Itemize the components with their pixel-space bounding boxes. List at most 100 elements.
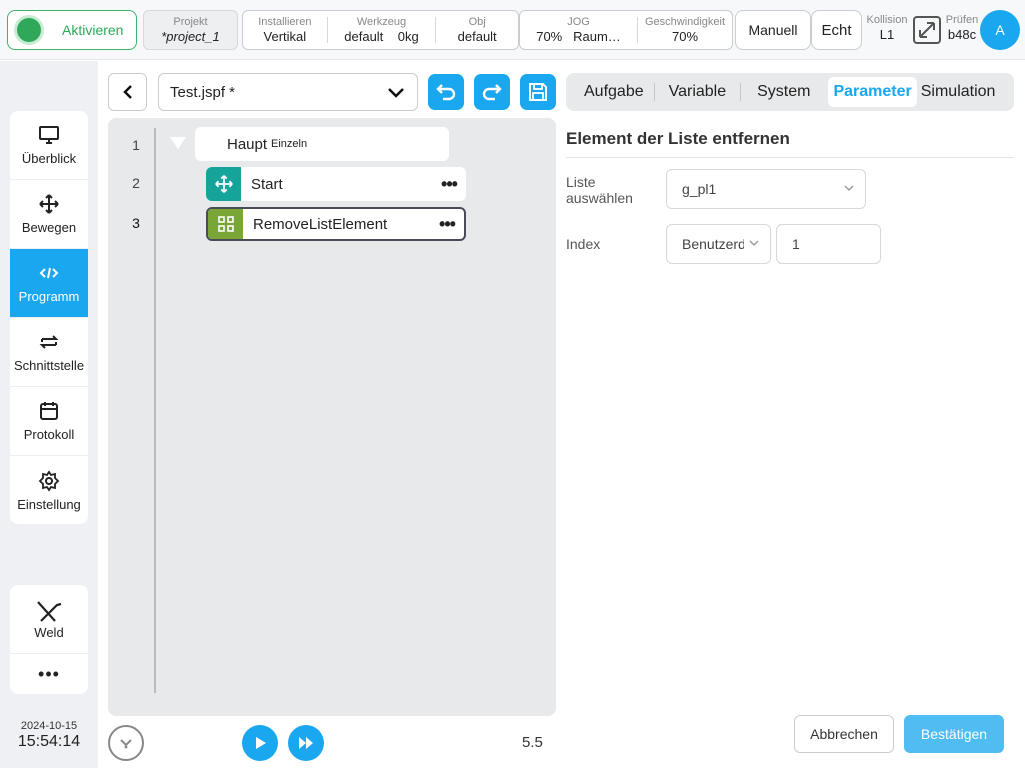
weld-panel: Weld •••: [10, 585, 88, 694]
activate-button[interactable]: Aktivieren: [7, 10, 137, 50]
sidebar-item-label: Einstellung: [17, 496, 81, 512]
play-button[interactable]: [242, 725, 278, 761]
install-tool-obj-group: Installieren Vertikal Werkzeug default 0…: [242, 10, 519, 50]
sidebar-item-label: Protokoll: [23, 427, 75, 442]
move-icon: [39, 194, 59, 214]
obj-value: default: [457, 28, 497, 44]
sidebar-nav: Überblick Bewegen Programm Schnittstelle…: [10, 111, 88, 524]
check-caption: Prüfen: [945, 14, 979, 26]
sidebar-item-label: Bewegen: [21, 220, 77, 235]
index-type-select[interactable]: Benutzerdefiniert: [666, 224, 771, 264]
collision-value: L1: [879, 27, 895, 42]
tree-node-main[interactable]: Haupt Einzeln: [195, 127, 449, 161]
chevron-left-icon: [122, 85, 132, 99]
project-caption: Projekt: [173, 15, 208, 28]
tool-cell[interactable]: Werkzeug default 0kg: [328, 11, 436, 49]
manual-mode-button[interactable]: Manuell: [735, 10, 811, 50]
tab-task[interactable]: Aufgabe: [574, 77, 654, 107]
tool-weight: 0kg: [397, 28, 419, 44]
tab-parameter[interactable]: Parameter: [828, 77, 917, 107]
file-select[interactable]: Test.jspf *: [158, 73, 418, 111]
jog-value: 70% Raum…: [536, 29, 621, 45]
expand-icon[interactable]: [913, 16, 941, 44]
tree-node-remove-list-element[interactable]: RemoveListElement •••: [206, 207, 466, 241]
sidebar-item-program[interactable]: Programm: [10, 249, 88, 318]
sidebar-item-weld[interactable]: Weld: [10, 585, 88, 654]
redo-button[interactable]: [474, 74, 510, 110]
date-label: 2024-10-15: [20, 720, 78, 732]
fast-forward-icon: [299, 737, 313, 749]
undo-button[interactable]: [428, 74, 464, 110]
jog-cell[interactable]: JOG 70% Raum…: [520, 11, 637, 49]
top-bar: Aktivieren Projekt *project_1 Installier…: [0, 0, 1025, 60]
chevron-down-circle-icon: [120, 739, 132, 749]
jog-caption: JOG: [567, 15, 590, 28]
fast-forward-button[interactable]: [288, 725, 324, 761]
tree-node-start[interactable]: Start •••: [206, 167, 466, 201]
line-number: 2: [132, 175, 140, 191]
code-icon: [39, 267, 59, 279]
index-input[interactable]: 1: [776, 224, 881, 264]
project-name: *project_1: [161, 28, 220, 44]
move-node-icon: [206, 167, 241, 201]
redo-icon: [482, 84, 502, 101]
real-mode-button[interactable]: Echt: [811, 10, 862, 50]
collision-indicator[interactable]: Kollision L1: [864, 14, 910, 43]
list-label-line1: Liste: [566, 174, 596, 190]
check-indicator[interactable]: Prüfen b48c: [943, 14, 981, 43]
sidebar-item-overview[interactable]: Überblick: [10, 111, 88, 180]
chevron-down-icon: [388, 88, 404, 98]
save-icon: [529, 83, 547, 101]
node-more-button[interactable]: •••: [432, 174, 466, 195]
back-button[interactable]: [108, 73, 147, 111]
save-button[interactable]: [520, 74, 556, 110]
more-menu-button[interactable]: •••: [10, 654, 88, 694]
obj-cell[interactable]: Obj default: [436, 11, 518, 49]
collapse-triangle-icon[interactable]: [170, 137, 186, 149]
project-cell: Projekt *project_1: [144, 11, 237, 49]
sidebar-item-label: Schnittstelle: [13, 358, 85, 373]
main-node-label: Haupt: [227, 135, 268, 153]
jog-speed-group: JOG 70% Raum… Geschwindigkeit 70%: [519, 10, 733, 50]
list-select-label: Liste auswählen: [566, 174, 633, 206]
cancel-button[interactable]: Abbrechen: [794, 715, 894, 753]
index-value: 1: [792, 236, 800, 252]
scroll-down-button[interactable]: [108, 725, 144, 761]
panel-title: Element der Liste entfernen: [566, 129, 790, 148]
jog-space: Raum…: [573, 28, 621, 44]
node-more-button[interactable]: •••: [430, 214, 464, 235]
project-selector[interactable]: Projekt *project_1: [143, 10, 238, 50]
file-name: Test.jspf *: [170, 83, 236, 101]
speed-cell[interactable]: Geschwindigkeit 70%: [638, 11, 732, 49]
sidebar-item-log[interactable]: Protokoll: [10, 387, 88, 456]
panel-tabs: Aufgabe Variable System Parameter Simula…: [566, 73, 1014, 111]
chevron-down-icon: [749, 240, 759, 246]
install-value: Vertikal: [263, 28, 307, 44]
weld-label: Weld: [34, 624, 64, 640]
tab-system[interactable]: System: [741, 77, 826, 107]
index-type-value: Benutzerdefiniert: [682, 236, 744, 252]
tab-simulation[interactable]: Simulation: [917, 77, 1000, 107]
install-cell[interactable]: Installieren Vertikal: [243, 11, 327, 49]
sidebar-item-settings[interactable]: Einstellung: [10, 456, 88, 524]
index-label: Index: [566, 236, 601, 252]
undo-icon: [436, 84, 456, 101]
swap-icon: [39, 335, 59, 349]
version-label: 5.5: [522, 734, 543, 751]
grid-node-icon: [208, 209, 243, 239]
sidebar-item-interface[interactable]: Schnittstelle: [10, 318, 88, 387]
tree-gutter-line: [154, 128, 156, 693]
confirm-button[interactable]: Bestätigen: [904, 715, 1004, 753]
speed-caption: Geschwindigkeit: [644, 15, 726, 28]
sidebar-item-move[interactable]: Bewegen: [10, 180, 88, 249]
list-select[interactable]: g_pl1: [666, 169, 866, 209]
tab-variable[interactable]: Variable: [655, 77, 741, 107]
gear-icon: [38, 469, 60, 492]
tool-value: default 0kg: [344, 29, 418, 45]
line-number: 1: [132, 137, 140, 153]
monitor-icon: [39, 126, 59, 144]
avatar[interactable]: A: [980, 10, 1020, 50]
speed-value: 70%: [671, 28, 699, 44]
line-number: 3: [132, 215, 140, 231]
install-caption: Installieren: [258, 15, 312, 28]
